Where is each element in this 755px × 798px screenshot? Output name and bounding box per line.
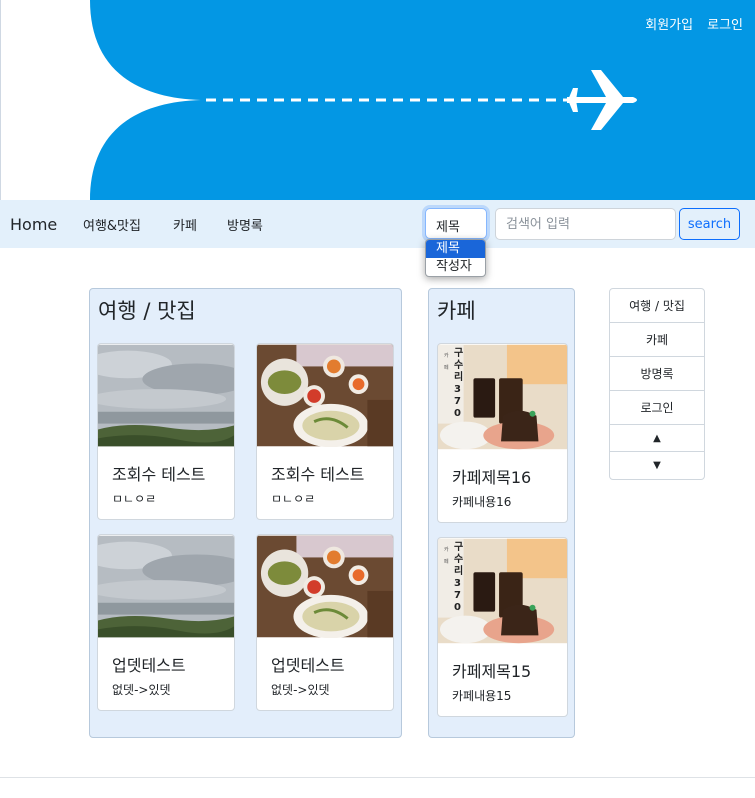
card-text: 없뎃->있뎃 [112,683,171,697]
airplane-banner-graphic [90,0,755,200]
food-photo [257,344,393,447]
card-text: 없뎃->있뎃 [271,683,330,697]
login-link[interactable]: 로그인 [707,14,743,33]
card-text: ㅁㄴㅇㄹ [271,492,316,506]
nav-link-guestbook[interactable]: 방명록 [227,215,263,234]
card-title: 업뎃테스트 [112,656,186,675]
cafe-card[interactable]: 구수리370 카페 카페제목16 카페내용16 [437,343,568,523]
card-text: 카페내용16 [452,495,512,509]
travel-card[interactable]: 조회수 테스트 ㅁㄴㅇㄹ [256,343,394,520]
quick-nav-login[interactable]: 로그인 [610,391,704,425]
cafe-panel: 카페 구수리370 카페 카페제목16 카페내용16 구수리370 카페 카페제… [428,288,575,738]
card-title: 카페제목16 [452,468,532,487]
dropdown-option-title[interactable]: 제목 [426,240,485,258]
cafe-sign-text: 구수리370 [454,348,464,419]
cafe-card[interactable]: 구수리370 카페 카페제목15 카페내용15 [437,537,568,717]
cafe-sign-text: 구수리370 [454,542,464,613]
scroll-down-icon[interactable]: ▼ [610,452,704,479]
quick-nav: 여행 / 맛집 카페 방명록 로그인 ▲ ▼ [609,288,705,480]
card-title: 업뎃테스트 [271,656,345,675]
travel-card[interactable]: 업뎃테스트 없뎃->있뎃 [97,534,235,711]
footer-divider [0,777,755,778]
cafe-sign-small-text: 카페 [444,547,449,565]
account-links: 회원가입 로그인 [645,14,743,33]
search-type-select[interactable]: 제목 [425,208,487,239]
travel-panel: 여행 / 맛집 조회수 테스트 ㅁㄴㅇㄹ 조회수 테스트 ㅁㄴㅇㄹ 업뎃테스트 … [89,288,402,738]
dropdown-option-author[interactable]: 작성자 [426,258,485,276]
signup-link[interactable]: 회원가입 [645,14,693,33]
scroll-up-icon[interactable]: ▲ [610,425,704,452]
travel-card[interactable]: 업뎃테스트 없뎃->있뎃 [256,534,394,711]
search-button[interactable]: search [679,208,740,240]
nav-link-cafe[interactable]: 카페 [173,215,197,234]
card-text: 카페내용15 [452,689,512,703]
quick-nav-travel[interactable]: 여행 / 맛집 [610,289,704,323]
travel-card[interactable]: 조회수 테스트 ㅁㄴㅇㄹ [97,343,235,520]
food-photo [257,535,393,638]
cafe-panel-title: 카페 [437,299,476,323]
landscape-photo [98,535,234,638]
card-text: ㅁㄴㅇㄹ [112,492,157,506]
card-title: 조회수 테스트 [271,465,365,484]
card-title: 조회수 테스트 [112,465,206,484]
search-type-dropdown: 제목 작성자 [425,239,486,277]
search-input[interactable] [495,208,676,240]
landscape-photo [98,344,234,447]
travel-panel-title: 여행 / 맛집 [98,299,196,323]
quick-nav-cafe[interactable]: 카페 [610,323,704,357]
card-title: 카페제목15 [452,662,532,681]
hero-banner: 회원가입 로그인 [0,0,755,200]
home-link[interactable]: Home [10,215,57,234]
quick-nav-guestbook[interactable]: 방명록 [610,357,704,391]
nav-link-travel[interactable]: 여행&맛집 [83,215,141,234]
cafe-sign-small-text: 카페 [444,353,449,371]
